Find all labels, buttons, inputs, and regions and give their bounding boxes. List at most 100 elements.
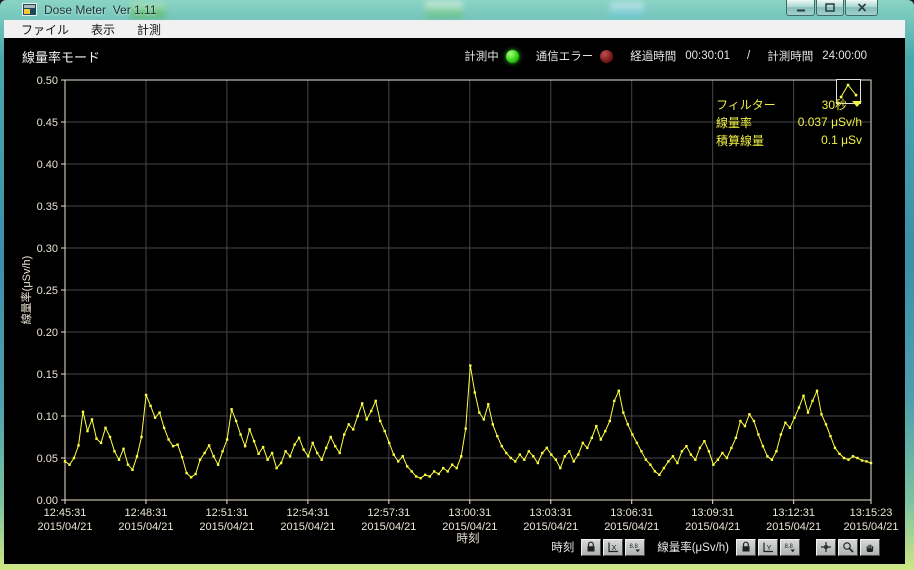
x-tick-time: 12:54:31	[286, 507, 329, 519]
data-point-marker	[563, 455, 566, 458]
x-tick-date: 2015/04/21	[604, 521, 659, 533]
data-point-marker	[721, 451, 724, 455]
maximize-button[interactable]	[816, 0, 844, 16]
data-point-marker	[478, 411, 481, 414]
x-scale-lock-button[interactable]	[581, 538, 602, 556]
data-point-marker	[379, 419, 382, 423]
data-point-marker	[338, 451, 341, 455]
close-icon	[857, 3, 866, 12]
menu-file[interactable]: ファイル	[10, 21, 80, 38]
data-point-marker	[392, 453, 395, 456]
comm-error-led-icon	[600, 49, 614, 63]
desktop-icon-blur	[425, 1, 463, 18]
filter-select[interactable]: 30秒	[822, 96, 862, 113]
window-controls	[786, 0, 878, 16]
data-point-marker	[734, 436, 738, 439]
title-bar[interactable]: Dose Meter Ver 1.11	[0, 0, 914, 20]
data-point-marker	[198, 458, 202, 461]
data-point-marker	[419, 477, 422, 480]
zoom-icon	[843, 542, 854, 553]
data-point-marker	[613, 399, 616, 403]
data-point-marker	[374, 399, 377, 403]
dose-rate-value: 0.037 μSv/h	[797, 115, 862, 129]
x-autoscale-button[interactable]: X	[603, 538, 624, 556]
data-point-marker	[63, 460, 67, 463]
data-point-marker	[658, 473, 661, 476]
data-point-marker	[180, 456, 184, 459]
data-point-marker	[397, 460, 400, 463]
close-button[interactable]	[845, 0, 878, 16]
data-point-marker	[270, 451, 274, 455]
data-point-marker	[158, 411, 161, 414]
x-tick-time: 12:48:31	[125, 507, 168, 519]
y-tick-label: 0.30	[37, 243, 58, 255]
data-point-marker	[788, 426, 792, 429]
x-tick-time: 13:12:31	[772, 507, 815, 519]
data-point-marker	[302, 448, 305, 451]
data-point-marker	[703, 440, 706, 443]
data-point-marker	[261, 445, 265, 449]
pan-tool-button[interactable]	[860, 538, 880, 556]
data-point-marker	[842, 456, 846, 460]
data-point-marker	[527, 450, 530, 453]
x-scale-format-button[interactable]: 8.8	[625, 538, 646, 556]
data-point-marker	[126, 463, 130, 466]
y-tick-label: 0.45	[37, 117, 58, 129]
y-scale-lock-button[interactable]	[736, 538, 756, 556]
data-point-marker	[662, 466, 666, 470]
x-tick-time: 13:06:31	[610, 507, 653, 519]
comm-error-label: 通信エラー	[535, 51, 594, 63]
data-point-marker	[698, 446, 702, 450]
data-point-marker	[442, 466, 445, 470]
zoom-tool-button[interactable]	[838, 538, 858, 556]
accumulated-dose-value: 0.1 μSv	[821, 133, 862, 147]
y-scale-label: 線量率(μSv/h)	[657, 542, 729, 554]
data-point-marker	[122, 447, 125, 450]
data-point-marker	[815, 389, 819, 392]
data-point-marker	[590, 436, 593, 439]
data-point-marker	[865, 460, 868, 463]
data-point-marker	[860, 459, 864, 462]
data-point-marker	[243, 445, 247, 448]
data-point-marker	[851, 455, 855, 458]
data-point-marker	[784, 421, 787, 424]
dose-rate-row: 線量率 0.037 μSv/h	[716, 113, 862, 131]
data-point-marker	[689, 453, 693, 456]
data-point-marker	[505, 451, 508, 455]
x-tick-time: 13:15:23	[850, 507, 893, 519]
data-point-marker	[325, 446, 328, 450]
data-point-marker	[680, 450, 684, 453]
data-point-marker	[320, 458, 323, 461]
x-axis-title: 時刻	[457, 531, 480, 545]
data-point-marker	[239, 433, 242, 436]
data-point-marker	[171, 445, 175, 448]
x-tick-time: 13:03:31	[529, 507, 572, 519]
cursor-tool-button[interactable]	[816, 538, 836, 556]
data-point-marker	[248, 428, 251, 431]
data-point-marker	[496, 435, 499, 438]
data-point-marker	[316, 451, 319, 455]
accumulated-dose-row: 積算線量 0.1 μSv	[716, 131, 862, 149]
data-point-marker	[104, 426, 107, 429]
menu-measure[interactable]: 計測	[126, 21, 172, 38]
data-point-marker	[617, 389, 620, 392]
data-point-marker	[144, 393, 148, 397]
data-point-marker	[541, 451, 544, 455]
minimize-button[interactable]	[786, 0, 815, 16]
filter-label: フィルター	[716, 97, 776, 112]
data-point-marker	[388, 441, 391, 445]
y-format-icon: 8.8	[785, 544, 795, 553]
y-scale-format-button[interactable]: 8.8	[780, 538, 800, 556]
data-point-marker	[203, 451, 206, 455]
data-point-marker	[329, 435, 332, 439]
data-point-marker	[622, 411, 625, 414]
x-tick-time: 12:51:31	[206, 507, 249, 519]
data-point-marker	[653, 470, 657, 473]
data-point-marker	[113, 450, 116, 453]
menu-view[interactable]: 表示	[80, 21, 126, 38]
y-autoscale-button[interactable]: Y	[758, 538, 778, 556]
data-point-marker	[748, 413, 751, 416]
data-point-marker	[757, 433, 760, 436]
data-point-marker	[234, 419, 238, 423]
data-point-marker	[550, 453, 553, 456]
